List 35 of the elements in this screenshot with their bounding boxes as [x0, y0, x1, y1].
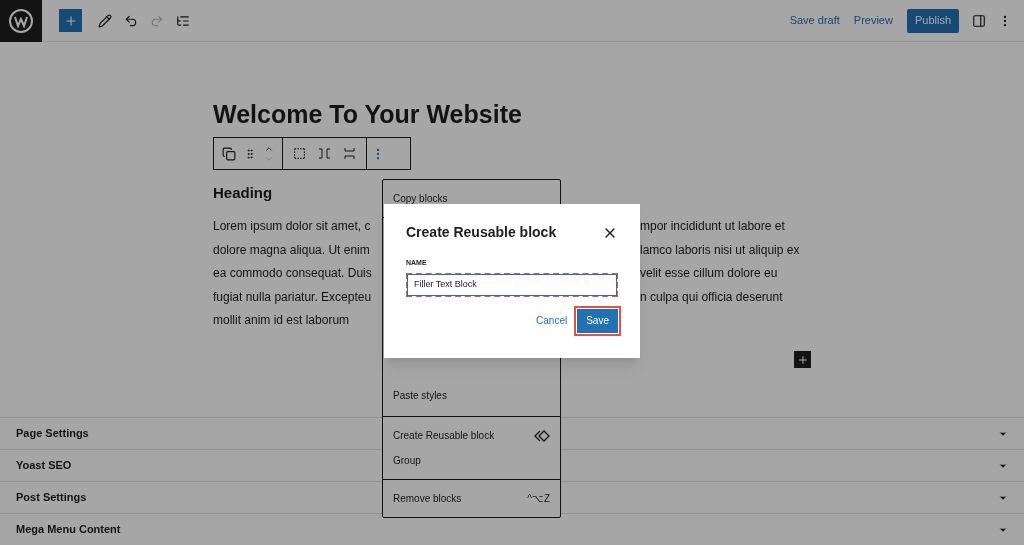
- save-button[interactable]: Save: [577, 308, 618, 333]
- publish-button[interactable]: Publish: [906, 8, 959, 33]
- list-view-icon[interactable]: [176, 13, 190, 28]
- undo-icon[interactable]: [124, 13, 138, 28]
- menu-item[interactable]: Remove blocks ^⌥Z: [383, 486, 560, 511]
- paragraph-text[interactable]: velit esse cillum dolore eu: [640, 264, 778, 283]
- plus-icon: [796, 353, 809, 366]
- name-input-field[interactable]: Filler Text Block: [406, 272, 618, 297]
- sidebar-toggle-icon[interactable]: [972, 13, 986, 28]
- paragraph-text[interactable]: ea commodo consequat. Duis: [213, 264, 372, 283]
- diamond-icon: [534, 429, 550, 442]
- plus-icon: [63, 13, 78, 28]
- drag-handle-icon[interactable]: [244, 147, 256, 160]
- preview-link[interactable]: Preview: [853, 12, 893, 29]
- pen-icon[interactable]: [98, 13, 112, 28]
- post-title[interactable]: Welcome To Your Website: [213, 98, 1024, 130]
- dialog-title: Create Reusable block: [406, 223, 557, 242]
- block-type-icon[interactable]: [222, 146, 236, 161]
- menu-item[interactable]: Create Reusable block: [383, 423, 560, 448]
- menu-item[interactable]: Paste styles: [383, 383, 560, 408]
- paragraph-text[interactable]: lamco laboris nisi ut aliquip ex: [640, 240, 800, 259]
- save-draft-link[interactable]: Save draft: [789, 12, 840, 29]
- menu-item[interactable]: Group: [383, 448, 560, 473]
- wordpress-logo[interactable]: [0, 0, 42, 42]
- heading-text[interactable]: Heading: [213, 182, 273, 205]
- cancel-link[interactable]: Cancel: [536, 313, 568, 328]
- paragraph-text[interactable]: dolore magna aliqua. Ut enim: [213, 240, 370, 259]
- paragraph-text[interactable]: fugiat nulla pariatur. Excepteu: [213, 287, 372, 306]
- brackets-vertical-icon[interactable]: [343, 147, 356, 160]
- paragraph-text[interactable]: n culpa qui officia deserunt: [640, 287, 783, 306]
- add-block-button[interactable]: [794, 351, 811, 368]
- paragraph-text[interactable]: mpor incididunt ut labore et: [640, 217, 785, 236]
- brackets-icon[interactable]: [318, 147, 331, 160]
- paragraph-text[interactable]: Lorem ipsum dolor sit amet, c: [213, 217, 371, 236]
- paragraph-text[interactable]: mollit anim id est laborum: [213, 311, 350, 330]
